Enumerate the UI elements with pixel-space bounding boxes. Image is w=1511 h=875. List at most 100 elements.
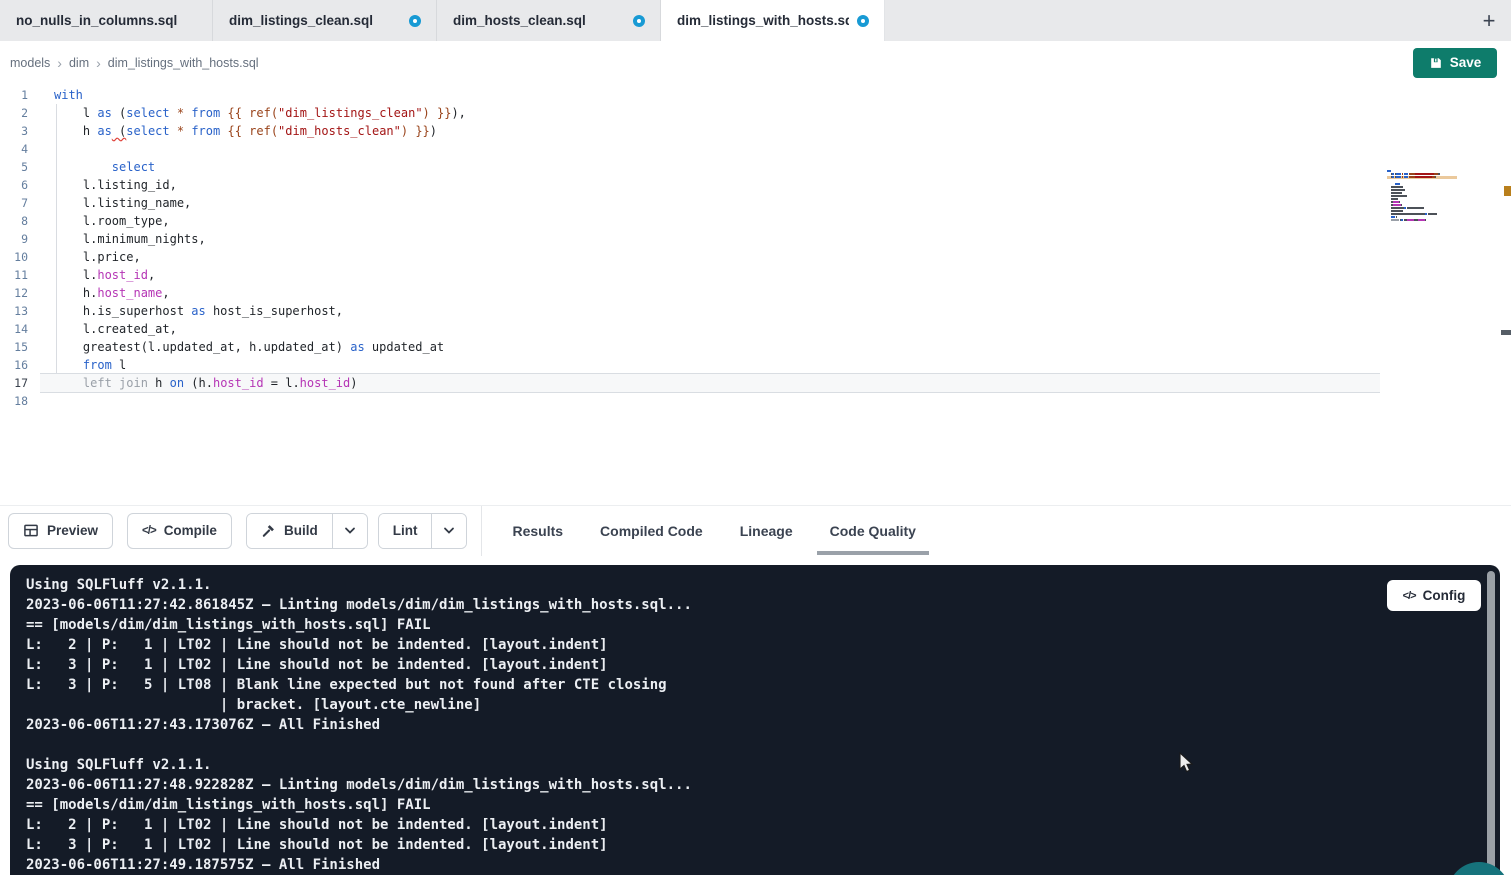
code-line[interactable]: l.host_id, bbox=[40, 266, 1380, 284]
chevron-down-icon bbox=[443, 527, 455, 535]
code-token bbox=[54, 160, 112, 174]
overview-ruler-warning-marker[interactable] bbox=[1504, 186, 1511, 196]
minimap-line bbox=[1387, 173, 1457, 175]
code-token: h bbox=[148, 376, 170, 390]
code-token: "dim_hosts_clean" bbox=[278, 124, 401, 138]
minimap-token bbox=[1401, 204, 1402, 206]
terminal-line: L: 2 | P: 1 | LT02 | Line should not be … bbox=[26, 635, 1460, 655]
editor-toolbar: Preview </> Compile Build Lint bbox=[0, 505, 1511, 555]
panel-tab-lineage[interactable]: Lineage bbox=[740, 506, 793, 555]
lint-button[interactable]: Lint bbox=[379, 514, 432, 548]
code-token bbox=[170, 106, 177, 120]
code-token: l.price, bbox=[54, 250, 141, 264]
preview-button[interactable]: Preview bbox=[8, 513, 113, 549]
line-number: 13 bbox=[0, 302, 40, 320]
code-token: , bbox=[162, 286, 169, 300]
chevron-down-icon bbox=[344, 527, 356, 535]
build-button[interactable]: Build bbox=[247, 514, 332, 548]
code-line[interactable]: l.listing_name, bbox=[40, 194, 1380, 212]
lint-dropdown-button[interactable] bbox=[431, 514, 466, 548]
editor-code[interactable]: with l as (select * from {{ ref("dim_lis… bbox=[40, 86, 1511, 410]
code-token: * bbox=[177, 106, 184, 120]
code-line[interactable]: l.room_type, bbox=[40, 212, 1380, 230]
code-token: {{ ref( bbox=[227, 106, 278, 120]
code-slash-icon: </> bbox=[142, 525, 156, 537]
code-token: l. bbox=[54, 268, 97, 282]
chevron-right-icon: › bbox=[57, 56, 62, 70]
line-number: 16 bbox=[0, 356, 40, 374]
code-line[interactable]: h as (select * from {{ ref("dim_hosts_cl… bbox=[40, 122, 1380, 140]
editor-minimap[interactable] bbox=[1387, 170, 1457, 225]
minimap-token bbox=[1391, 219, 1400, 221]
minimap-line bbox=[1387, 176, 1457, 179]
line-number: 4 bbox=[0, 140, 40, 158]
minimap-line bbox=[1387, 213, 1457, 215]
code-line[interactable]: l as (select * from {{ ref("dim_listings… bbox=[40, 104, 1380, 122]
panel-tab-label: Results bbox=[512, 523, 563, 539]
file-tab[interactable]: no_nulls_in_columns.sql bbox=[0, 0, 213, 41]
code-line[interactable]: l.minimum_nights, bbox=[40, 230, 1380, 248]
code-line[interactable]: greatest(l.updated_at, h.updated_at) as … bbox=[40, 338, 1380, 356]
terminal-output: Using SQLFluff v2.1.1.2023-06-06T11:27:4… bbox=[26, 575, 1460, 875]
code-token: as bbox=[97, 106, 111, 120]
file-tab[interactable]: dim_listings_with_hosts.sql bbox=[661, 0, 885, 41]
code-token: l bbox=[54, 106, 97, 120]
code-line[interactable] bbox=[40, 140, 1380, 158]
minimap-token bbox=[1391, 186, 1403, 188]
code-line[interactable]: from l bbox=[40, 356, 1380, 374]
code-line[interactable]: h.host_name, bbox=[40, 284, 1380, 302]
config-button[interactable]: </> Config bbox=[1387, 580, 1481, 611]
code-token: on bbox=[170, 376, 184, 390]
code-line[interactable]: l.price, bbox=[40, 248, 1380, 266]
panel-tab-results[interactable]: Results bbox=[512, 506, 563, 555]
minimap-token bbox=[1391, 198, 1399, 200]
line-number: 9 bbox=[0, 230, 40, 248]
code-quality-terminal: Using SQLFluff v2.1.1.2023-06-06T11:27:4… bbox=[10, 565, 1500, 875]
panel-tab-compiled-code[interactable]: Compiled Code bbox=[600, 506, 703, 555]
line-number: 5 bbox=[0, 158, 40, 176]
breadcrumb-item[interactable]: models bbox=[10, 56, 50, 70]
line-number: 11 bbox=[0, 266, 40, 284]
minimap-token bbox=[1418, 219, 1425, 221]
minimap-line bbox=[1387, 186, 1457, 188]
terminal-scrollbar[interactable] bbox=[1487, 571, 1495, 871]
line-number: 8 bbox=[0, 212, 40, 230]
code-line[interactable]: h.is_superhost as host_is_superhost, bbox=[40, 302, 1380, 320]
new-tab-button[interactable]: + bbox=[1467, 0, 1511, 41]
code-line[interactable]: l.listing_id, bbox=[40, 176, 1380, 194]
code-line[interactable]: with bbox=[40, 86, 1380, 104]
minimap-line bbox=[1387, 201, 1457, 203]
build-dropdown-button[interactable] bbox=[332, 514, 367, 548]
code-editor[interactable]: 123456789101112131415161718 with l as (s… bbox=[0, 84, 1511, 505]
minimap-line bbox=[1387, 210, 1457, 212]
file-tab[interactable]: dim_listings_clean.sql bbox=[213, 0, 437, 41]
code-line[interactable]: left join h on (h.host_id = l.host_id) bbox=[40, 374, 1380, 392]
code-line[interactable]: l.created_at, bbox=[40, 320, 1380, 338]
minimap-line bbox=[1387, 198, 1457, 200]
minimap-token bbox=[1395, 183, 1401, 185]
terminal-line: L: 3 | P: 1 | LT02 | Line should not be … bbox=[26, 835, 1460, 855]
code-token: ( bbox=[112, 106, 126, 120]
line-number: 2 bbox=[0, 104, 40, 122]
code-token: "dim_listings_clean" bbox=[278, 106, 423, 120]
overview-ruler-cursor-marker[interactable] bbox=[1501, 330, 1511, 335]
modified-dot-icon bbox=[857, 15, 869, 27]
minimap-line bbox=[1387, 219, 1457, 221]
panel-tab-code-quality[interactable]: Code Quality bbox=[830, 506, 916, 555]
save-button[interactable]: Save bbox=[1413, 48, 1497, 78]
code-line[interactable] bbox=[40, 392, 1380, 410]
minimap-token bbox=[1425, 219, 1426, 221]
minimap-line bbox=[1387, 180, 1457, 182]
code-token: ) }} bbox=[401, 124, 430, 138]
breadcrumb-item[interactable]: dim bbox=[69, 56, 89, 70]
code-token: h.is_superhost bbox=[54, 304, 191, 318]
terminal-line: Using SQLFluff v2.1.1. bbox=[26, 575, 1460, 595]
code-line[interactable]: select bbox=[40, 158, 1380, 176]
file-tab-label: dim_hosts_clean.sql bbox=[453, 13, 586, 28]
minimap-token bbox=[1409, 176, 1416, 178]
code-token: updated_at bbox=[365, 340, 444, 354]
file-tab[interactable]: dim_hosts_clean.sql bbox=[437, 0, 661, 41]
compile-button[interactable]: </> Compile bbox=[127, 513, 232, 549]
code-token: as bbox=[350, 340, 364, 354]
terminal-line: == [models/dim/dim_listings_with_hosts.s… bbox=[26, 615, 1460, 635]
